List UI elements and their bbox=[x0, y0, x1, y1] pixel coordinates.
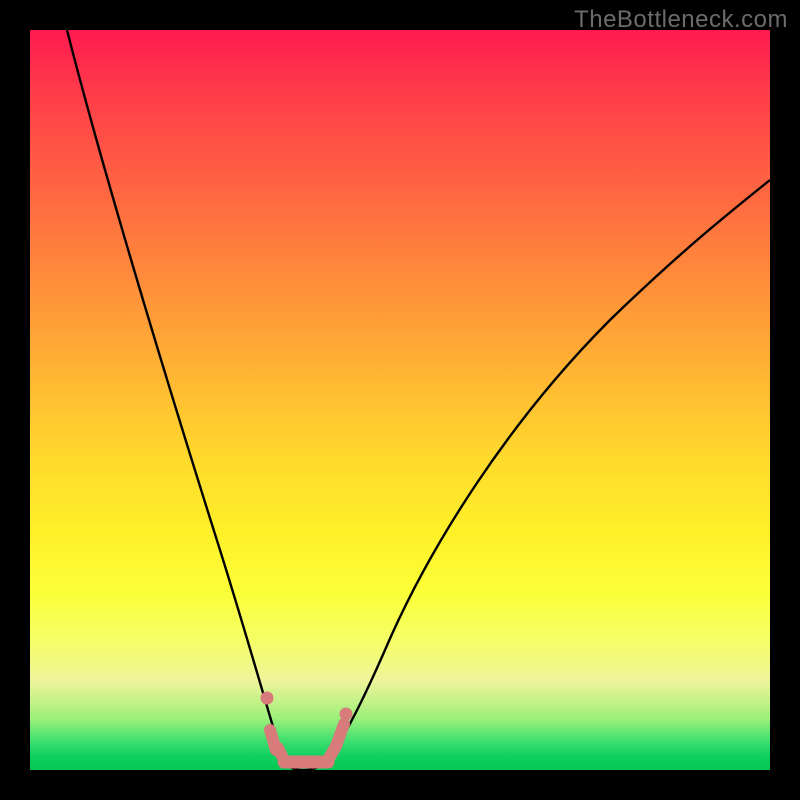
bottleneck-curve bbox=[67, 30, 770, 770]
marker-group bbox=[261, 692, 352, 762]
chart-svg bbox=[30, 30, 770, 770]
plot-area bbox=[30, 30, 770, 770]
chart-frame: TheBottleneck.com bbox=[0, 0, 800, 800]
